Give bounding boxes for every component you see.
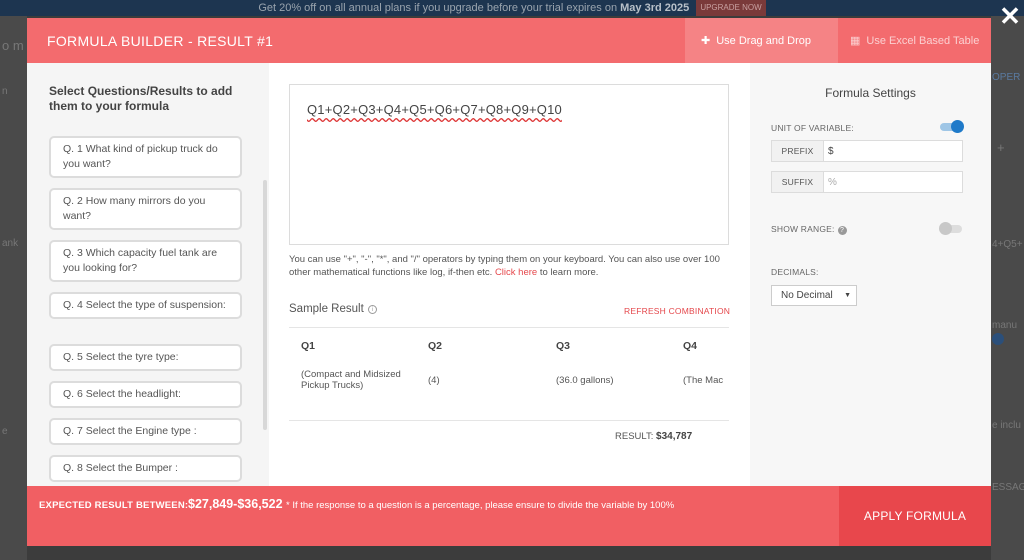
result-value: $34,787 <box>656 431 693 442</box>
table-header: Q4 <box>683 340 698 352</box>
formula-help-text: You can use "+", "-", "*", and "/" opera… <box>289 253 729 279</box>
apply-formula-button[interactable]: APPLY FORMULA <box>839 486 991 546</box>
unit-of-variable-toggle[interactable] <box>940 120 964 133</box>
tab-label: Use Excel Based Table <box>866 34 980 47</box>
percentage-note: * If the response to a question is a per… <box>286 500 675 511</box>
bg-fragment: n <box>2 86 8 97</box>
table-cell: (The Mac <box>683 375 724 386</box>
table-cell: (4) <box>428 375 440 386</box>
show-range-toggle[interactable] <box>939 222 962 235</box>
unit-of-variable-label: UNIT OF VARIABLE: <box>771 123 854 133</box>
sample-result-text: Sample Result <box>289 303 364 315</box>
questions-panel-title: Select Questions/Results to add them to … <box>49 84 233 113</box>
learn-more-link[interactable]: Click here <box>495 267 537 278</box>
expected-result-label: EXPECTED RESULT BETWEEN: <box>39 500 189 511</box>
formula-text: Q1+Q2+Q3+Q4+Q5+Q6+Q7+Q8+Q9+Q10 <box>307 102 562 117</box>
bg-fragment: o m <box>2 38 24 53</box>
table-header: Q2 <box>428 340 443 352</box>
question-item[interactable]: Q. 1 What kind of pickup truck do you wa… <box>49 136 242 178</box>
trial-banner: Get 20% off on all annual plans if you u… <box>0 0 1024 16</box>
formula-builder-modal: FORMULA BUILDER - RESULT #1 ✚ Use Drag a… <box>27 18 991 546</box>
table-cell: (Compact and Midsized Pickup Trucks) <box>301 369 401 391</box>
sample-result-table: Q1 Q2 Q3 Q4 (Compact and Midsized Pickup… <box>289 327 729 421</box>
question-item[interactable]: Q. 5 Select the tyre type: <box>49 344 242 371</box>
toggle-knob <box>939 222 952 235</box>
formula-settings-panel: Formula Settings UNIT OF VARIABLE: PREFI… <box>750 63 991 486</box>
question-item[interactable]: Q. 7 Select the Engine type : <box>49 418 242 445</box>
bg-fragment: ank <box>2 238 19 249</box>
refresh-combination-button[interactable]: REFRESH COMBINATION <box>624 306 730 316</box>
modal-title: FORMULA BUILDER - RESULT #1 <box>47 33 274 49</box>
formula-input[interactable]: Q1+Q2+Q3+Q4+Q5+Q6+Q7+Q8+Q9+Q10 <box>289 84 729 245</box>
question-item[interactable]: Q. 3 Which capacity fuel tank are you lo… <box>49 240 242 282</box>
table-cell: (36.0 gallons) <box>556 375 614 386</box>
settings-title: Formula Settings <box>825 86 916 100</box>
banner-date: May 3rd 2025 <box>620 2 690 14</box>
chevron-down-icon: ▼ <box>844 292 851 299</box>
bg-fragment: manu <box>992 320 1018 331</box>
toggle-knob <box>951 120 964 133</box>
close-icon[interactable]: ✕ <box>999 3 1021 29</box>
banner-text: Get 20% off on all annual plans if you u… <box>258 2 618 14</box>
bg-fragment: OPER <box>992 72 1021 83</box>
table-icon: ▦ <box>850 35 861 47</box>
modal-header: FORMULA BUILDER - RESULT #1 ✚ Use Drag a… <box>27 18 991 63</box>
info-icon[interactable]: i <box>367 305 377 314</box>
bg-fragment: ESSAG <box>992 482 1024 493</box>
questions-panel: Select Questions/Results to add them to … <box>27 63 269 486</box>
decimals-select[interactable]: No Decimal ▼ <box>771 285 857 306</box>
bg-fragment: + <box>997 140 1005 155</box>
show-range-label: SHOW RANGE:? <box>771 224 847 235</box>
decimals-label: DECIMALS: <box>771 267 819 277</box>
expected-result-range: $27,849-$36,522 <box>188 497 283 511</box>
prefix-input[interactable] <box>828 143 958 159</box>
bg-fragment: 4+Q5+ <box>992 239 1023 250</box>
tab-excel-table[interactable]: ▦ Use Excel Based Table <box>838 18 991 63</box>
formula-editor-panel: Q1+Q2+Q3+Q4+Q5+Q6+Q7+Q8+Q9+Q10 You can u… <box>269 63 750 486</box>
move-icon: ✚ <box>701 35 711 47</box>
prefix-field: PREFIX <box>771 140 963 162</box>
tab-drag-and-drop[interactable]: ✚ Use Drag and Drop <box>685 18 838 63</box>
help-suffix: to learn more. <box>539 267 599 278</box>
bg-badge <box>992 333 1004 345</box>
decimals-value: No Decimal <box>781 290 833 301</box>
bg-fragment: e inclu <box>992 420 1021 431</box>
bg-fragment: e <box>2 426 8 437</box>
table-header: Q1 <box>301 340 316 352</box>
background-left-panel: o m n ank e <box>0 16 27 560</box>
sample-result-value: RESULT: $34,787 <box>615 431 692 442</box>
question-item[interactable]: Q. 2 How many mirrors do you want? <box>49 188 242 230</box>
question-item[interactable]: Q. 6 Select the headlight: <box>49 381 242 408</box>
background-right-panel: OPER + 4+Q5+ manu e inclu ESSAG <box>991 16 1024 560</box>
tab-label: Use Drag and Drop <box>716 34 811 47</box>
sample-result-label: Sample Result i <box>289 303 377 315</box>
suffix-field: SUFFIX <box>771 171 963 193</box>
result-label: RESULT: <box>615 431 654 442</box>
questions-scrollbar[interactable] <box>263 180 267 430</box>
expected-result-footer: EXPECTED RESULT BETWEEN: $27,849-$36,522… <box>27 486 839 546</box>
help-icon[interactable]: ? <box>837 226 847 235</box>
upgrade-now-button[interactable]: UPGRADE NOW <box>696 0 766 16</box>
suffix-label: SUFFIX <box>772 172 824 192</box>
prefix-label: PREFIX <box>772 141 824 161</box>
table-header: Q3 <box>556 340 571 352</box>
question-item[interactable]: Q. 4 Select the type of suspension: <box>49 292 242 319</box>
show-range-text: SHOW RANGE: <box>771 224 835 234</box>
question-item[interactable]: Q. 8 Select the Bumper : <box>49 455 242 482</box>
suffix-input[interactable] <box>828 174 958 190</box>
